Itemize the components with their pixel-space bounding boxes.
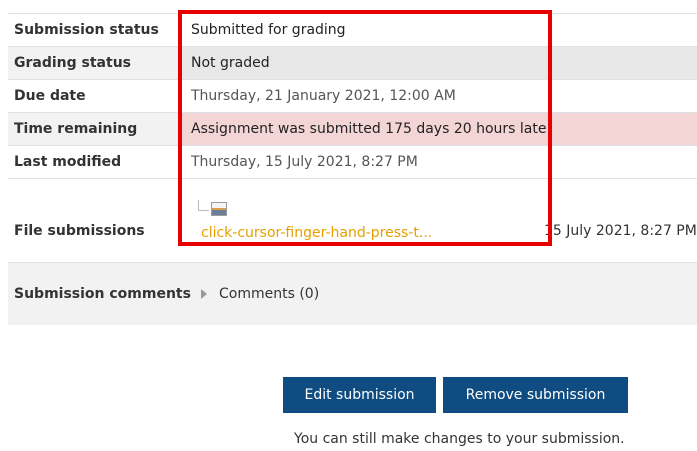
collapsed-triangle-icon xyxy=(201,289,207,299)
comments-toggle[interactable]: Comments (0) xyxy=(184,286,319,302)
row-last-modified: Last modified Thursday, 15 July 2021, 8:… xyxy=(8,145,697,179)
file-date: 15 July 2021, 8:27 PM xyxy=(544,223,697,239)
edit-submission-button[interactable]: Edit submission xyxy=(283,377,436,413)
submission-status-label: Submission status xyxy=(14,22,159,38)
time-remaining-value: Assignment was submitted 175 days 20 hou… xyxy=(181,112,697,146)
row-time-remaining: Time remaining Assignment was submitted … xyxy=(8,112,697,146)
comments-toggle-label: Comments (0) xyxy=(219,286,320,302)
tree-branch-line xyxy=(198,199,209,211)
due-date-value: Thursday, 21 January 2021, 12:00 AM xyxy=(191,88,456,104)
file-tree-node xyxy=(198,199,539,219)
grading-status-label: Grading status xyxy=(14,55,131,71)
submission-status-value: Submitted for grading xyxy=(181,13,697,47)
row-submission-status: Submission status Submitted for grading xyxy=(8,13,697,47)
submitted-file-link[interactable]: click-cursor-finger-hand-press-t... xyxy=(201,225,539,241)
last-modified-label: Last modified xyxy=(14,154,122,170)
due-date-label: Due date xyxy=(14,88,86,104)
last-modified-value: Thursday, 15 July 2021, 8:27 PM xyxy=(191,154,418,170)
edit-hint-text: You can still make changes to your submi… xyxy=(294,431,625,447)
image-file-icon xyxy=(211,202,227,216)
row-due-date: Due date Thursday, 21 January 2021, 12:0… xyxy=(8,79,697,113)
remove-submission-button[interactable]: Remove submission xyxy=(443,377,628,413)
submission-comments-label: Submission comments xyxy=(14,286,191,302)
submission-comments-row: Submission comments Comments (0) xyxy=(8,262,697,325)
row-grading-status: Grading status Not graded xyxy=(8,46,697,80)
submission-status-page: Submission status Submitted for grading … xyxy=(0,0,697,451)
grading-status-value: Not graded xyxy=(181,46,697,80)
submission-status-table: Submission status Submitted for grading … xyxy=(8,13,697,283)
time-remaining-label: Time remaining xyxy=(14,121,138,137)
